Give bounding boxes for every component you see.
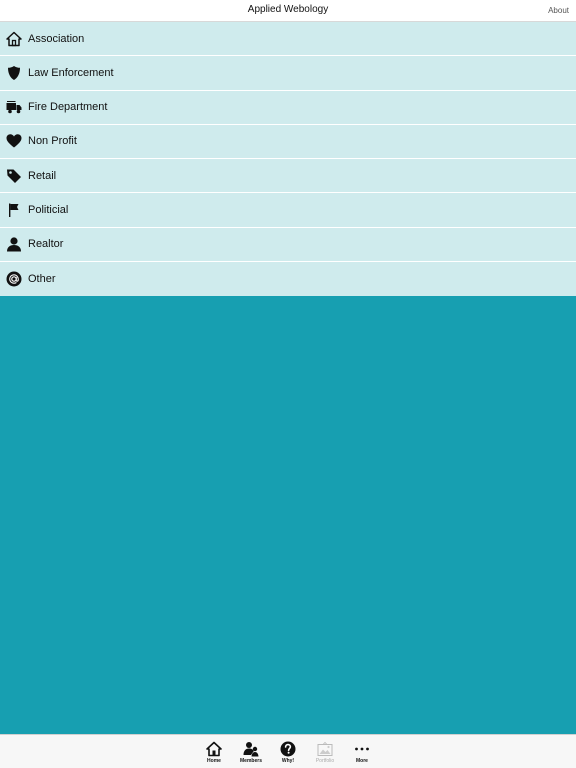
tab-portfolio[interactable]: Portfolio bbox=[307, 741, 344, 764]
flag-icon bbox=[6, 202, 22, 218]
page-title: Applied Webology bbox=[247, 4, 329, 15]
at-icon bbox=[6, 271, 22, 287]
list-item-label: Fire Department bbox=[28, 101, 108, 114]
person-icon bbox=[6, 236, 22, 252]
list-item-label: Politicial bbox=[28, 203, 69, 216]
list-item-label: Law Enforcement bbox=[28, 66, 114, 79]
tab-label: Portfolio bbox=[315, 758, 335, 764]
shield-icon bbox=[6, 65, 22, 81]
list-item-label: Other bbox=[28, 272, 56, 285]
tab-label: More bbox=[356, 758, 368, 764]
list-item-label: Non Profit bbox=[28, 135, 77, 148]
tab-label: Why! bbox=[281, 758, 295, 764]
list-item-other[interactable]: Other bbox=[0, 261, 576, 296]
tab-bar: Home Members Why! Portfolio More bbox=[0, 734, 576, 768]
list-item-association[interactable]: Association bbox=[0, 22, 576, 57]
tab-home[interactable]: Home bbox=[196, 741, 233, 764]
portfolio-icon bbox=[317, 741, 333, 757]
list-item-label: Realtor bbox=[28, 238, 64, 251]
list-item-retail[interactable]: Retail bbox=[0, 159, 576, 194]
tab-label: Home bbox=[207, 758, 221, 764]
more-icon bbox=[354, 741, 370, 757]
list-item-label: Retail bbox=[28, 169, 57, 182]
list-item-fire-department[interactable]: Fire Department bbox=[0, 90, 576, 125]
heart-icon bbox=[6, 133, 22, 149]
tab-why[interactable]: Why! bbox=[270, 741, 307, 764]
list-item-label: Association bbox=[28, 32, 85, 45]
list-item-politicial[interactable]: Politicial bbox=[0, 193, 576, 228]
navigation-bar: Applied Webology About bbox=[0, 0, 576, 22]
tab-members[interactable]: Members bbox=[233, 741, 270, 764]
list-item-realtor[interactable]: Realtor bbox=[0, 227, 576, 262]
house-icon bbox=[6, 31, 22, 47]
list-item-non-profit[interactable]: Non Profit bbox=[0, 124, 576, 159]
tag-icon bbox=[6, 168, 22, 184]
tab-more[interactable]: More bbox=[344, 741, 381, 764]
members-icon bbox=[243, 741, 259, 757]
list-item-law-enforcement[interactable]: Law Enforcement bbox=[0, 56, 576, 91]
question-icon bbox=[280, 741, 296, 757]
category-list: Association Law Enforcement Fire Departm… bbox=[0, 22, 576, 296]
tab-label: Members bbox=[240, 758, 262, 764]
truck-icon bbox=[6, 99, 22, 115]
home-icon bbox=[206, 741, 222, 757]
about-button[interactable]: About bbox=[548, 6, 569, 15]
